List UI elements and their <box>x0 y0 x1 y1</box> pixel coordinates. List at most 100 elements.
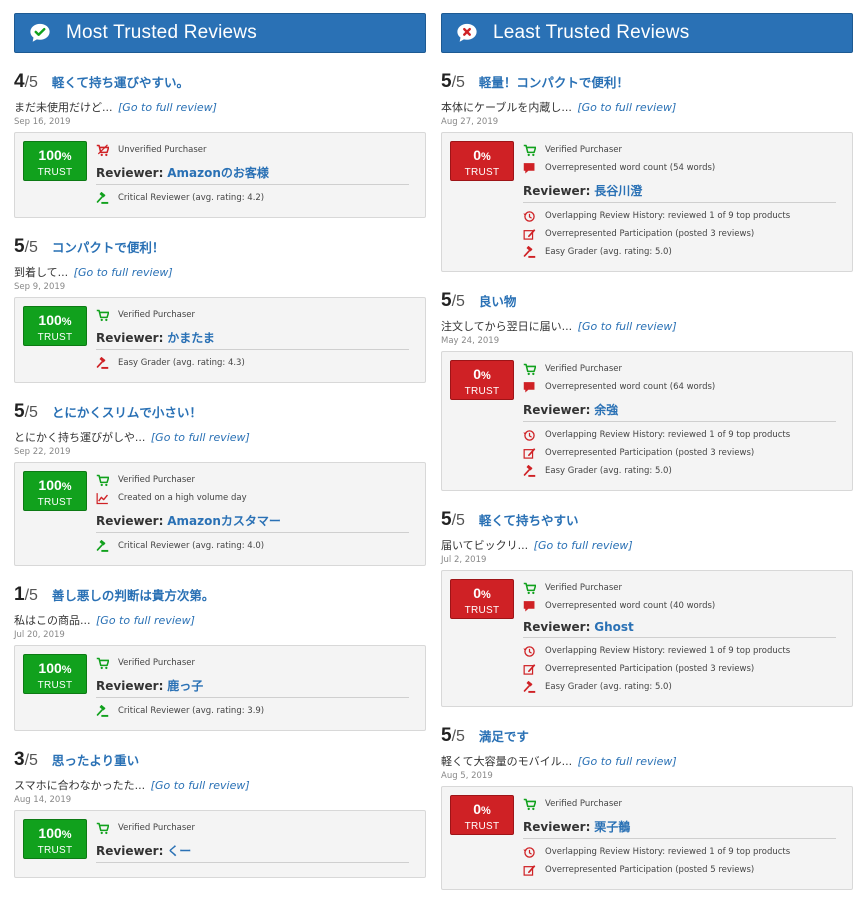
full-review-link[interactable]: [Go to full review] <box>151 431 250 444</box>
reviewer-name-link[interactable]: Amazonのお客様 <box>167 166 269 180</box>
cart-icon <box>96 657 109 669</box>
reviewer-label: Reviewer: <box>96 166 164 180</box>
trust-percent-sign: % <box>481 589 491 601</box>
trust-percent-sign: % <box>61 481 72 493</box>
rating-max: /5 <box>451 293 465 310</box>
trust-score: 100 <box>38 147 62 163</box>
review-item: 5/5 良い物 注文してから翌日に届い... [Go to full review]… <box>441 290 853 491</box>
cart-icon <box>96 474 109 486</box>
cart-icon <box>96 822 109 834</box>
review-title-link[interactable]: 良い物 <box>479 291 517 310</box>
trust-box: 0% TRUST Verified Purchaser Overrepresented… <box>441 351 853 491</box>
review-title-link[interactable]: 満足です <box>479 726 529 745</box>
rating-value: 1 <box>14 584 25 605</box>
flag-item: Overlapping Review History: reviewed 1 o… <box>523 843 836 861</box>
least-trusted-column: Least Trusted Reviews 5/5 軽量！コンパクトで便利！ 本体に… <box>441 13 853 890</box>
flag-item: Critical Reviewer (avg. rating: 4.0) <box>96 537 409 555</box>
full-review-link[interactable]: [Go to full review] <box>74 266 173 279</box>
cart-icon <box>523 144 536 156</box>
full-review-link[interactable]: [Go to full review] <box>577 101 676 114</box>
rating-value: 5 <box>14 236 25 257</box>
rating: 4/5 <box>14 71 38 93</box>
gavel-icon <box>96 356 109 369</box>
review-title-link[interactable]: 軽量！コンパクトで便利！ <box>479 72 629 91</box>
least-trusted-header: Least Trusted Reviews <box>441 13 853 53</box>
flag-text: Overrepresented Participation (posted 3 … <box>545 664 755 674</box>
trust-label: TRUST <box>37 497 73 508</box>
trust-score: 100 <box>38 825 62 841</box>
rating-value: 5 <box>441 725 452 746</box>
flag-text: Easy Grader (avg. rating: 5.0) <box>545 466 672 476</box>
trust-percent-sign: % <box>61 316 72 328</box>
flag-item: Unverified Purchaser <box>96 141 409 159</box>
rating: 5/5 <box>14 236 38 258</box>
flag-item: Created on a high volume day <box>96 489 409 507</box>
reviewer-name-link[interactable]: Amazonカスタマー <box>167 514 281 528</box>
full-review-link[interactable]: [Go to full review] <box>151 779 250 792</box>
trust-badge: 0% TRUST <box>450 795 514 835</box>
cart-unverified-icon <box>96 143 109 156</box>
rating: 3/5 <box>14 749 38 771</box>
review-list: 5/5 軽量！コンパクトで便利！ 本体にケーブルを内蔵し... [Go to ful… <box>441 71 853 890</box>
history-icon <box>523 846 535 858</box>
flag-text: Overlapping Review History: reviewed 1 o… <box>545 847 791 857</box>
gavel-icon <box>523 245 536 258</box>
trust-label: TRUST <box>464 605 500 616</box>
trust-badge: 0% TRUST <box>450 360 514 400</box>
flag-item: Overrepresented word count (64 words) <box>523 378 836 396</box>
reviewer-name-link[interactable]: 鹿っ子 <box>167 679 203 693</box>
comment-icon <box>523 162 535 173</box>
edit-icon <box>523 447 536 459</box>
trust-box: 100% TRUST Verified Purchaser Reviewer: くー <box>14 810 426 878</box>
review-item: 4/5 軽くて持ち運びやすい。 まだ未使用だけど... [Go to full re… <box>14 71 426 218</box>
trust-percent-sign: % <box>61 829 72 841</box>
review-title-link[interactable]: とにかくスリムで小さい！ <box>52 402 202 421</box>
gavel-icon <box>523 464 536 477</box>
most-trusted-title: Most Trusted Reviews <box>66 22 257 43</box>
reviewer-name-link[interactable]: Ghost <box>594 620 634 634</box>
reviewer-name-link[interactable]: 栗子鶺 <box>594 820 630 834</box>
full-review-link[interactable]: [Go to full review] <box>578 320 677 333</box>
full-review-link[interactable]: [Go to full review] <box>96 614 195 627</box>
flag-text: Overrepresented word count (40 words) <box>545 601 716 611</box>
trust-label: TRUST <box>37 167 73 178</box>
review-snippet: 私はこの商品... [Go to full review] <box>14 612 426 627</box>
review-title-link[interactable]: 善し悪しの判断は貴方次第。 <box>52 585 215 604</box>
snippet-text: 届いてビックリ... <box>441 539 529 552</box>
full-review-link[interactable]: [Go to full review] <box>534 539 633 552</box>
trust-box: 100% TRUST Verified Purchaser Reviewer: 鹿っ子… <box>14 645 426 731</box>
trust-box: 100% TRUST Verified Purchaser Reviewer: かまた… <box>14 297 426 383</box>
full-review-link[interactable]: [Go to full review] <box>118 101 217 114</box>
reviewer-line: Reviewer: くー <box>96 837 409 863</box>
flag-item: Easy Grader (avg. rating: 4.3) <box>96 354 409 372</box>
reviewer-name-link[interactable]: かまたま <box>167 331 215 345</box>
review-title-link[interactable]: コンパクトで便利！ <box>52 237 165 256</box>
edit-icon <box>523 864 536 876</box>
trust-box: 100% TRUST Verified Purchaser Created on a … <box>14 462 426 566</box>
flag-text: Verified Purchaser <box>118 310 196 320</box>
history-icon <box>523 429 535 441</box>
review-snippet: 本体にケーブルを内蔵し... [Go to full review] <box>441 99 853 114</box>
review-item: 5/5 満足です 軽くて大容量のモバイル... [Go to full review… <box>441 725 853 890</box>
reviewer-name-link[interactable]: くー <box>167 844 191 858</box>
review-title-link[interactable]: 思ったより重い <box>52 750 139 769</box>
flag-text: Overrepresented word count (54 words) <box>545 163 716 173</box>
reviewer-name-link[interactable]: 長谷川澄 <box>594 184 642 198</box>
most-trusted-header: Most Trusted Reviews <box>14 13 426 53</box>
rating-value: 5 <box>441 71 452 92</box>
edit-icon <box>523 228 536 240</box>
full-review-link[interactable]: [Go to full review] <box>578 755 677 768</box>
reviewer-label: Reviewer: <box>96 514 164 528</box>
review-title-link[interactable]: 軽くて持ちやすい <box>479 510 579 529</box>
flag-item: Overrepresented Participation (posted 3 … <box>523 444 836 462</box>
review-title-link[interactable]: 軽くて持ち運びやすい。 <box>52 72 189 91</box>
cart-icon <box>523 798 536 810</box>
trust-badge: 100% TRUST <box>23 819 87 859</box>
trust-badge: 0% TRUST <box>450 579 514 619</box>
reviewer-name-link[interactable]: 余強 <box>594 403 618 417</box>
flag-text: Verified Purchaser <box>545 799 623 809</box>
rating-max: /5 <box>451 512 465 529</box>
flag-text: Overrepresented Participation (posted 3 … <box>545 448 755 458</box>
snippet-text: 私はこの商品... <box>14 614 91 627</box>
flag-text: Overrepresented word count (64 words) <box>545 382 716 392</box>
